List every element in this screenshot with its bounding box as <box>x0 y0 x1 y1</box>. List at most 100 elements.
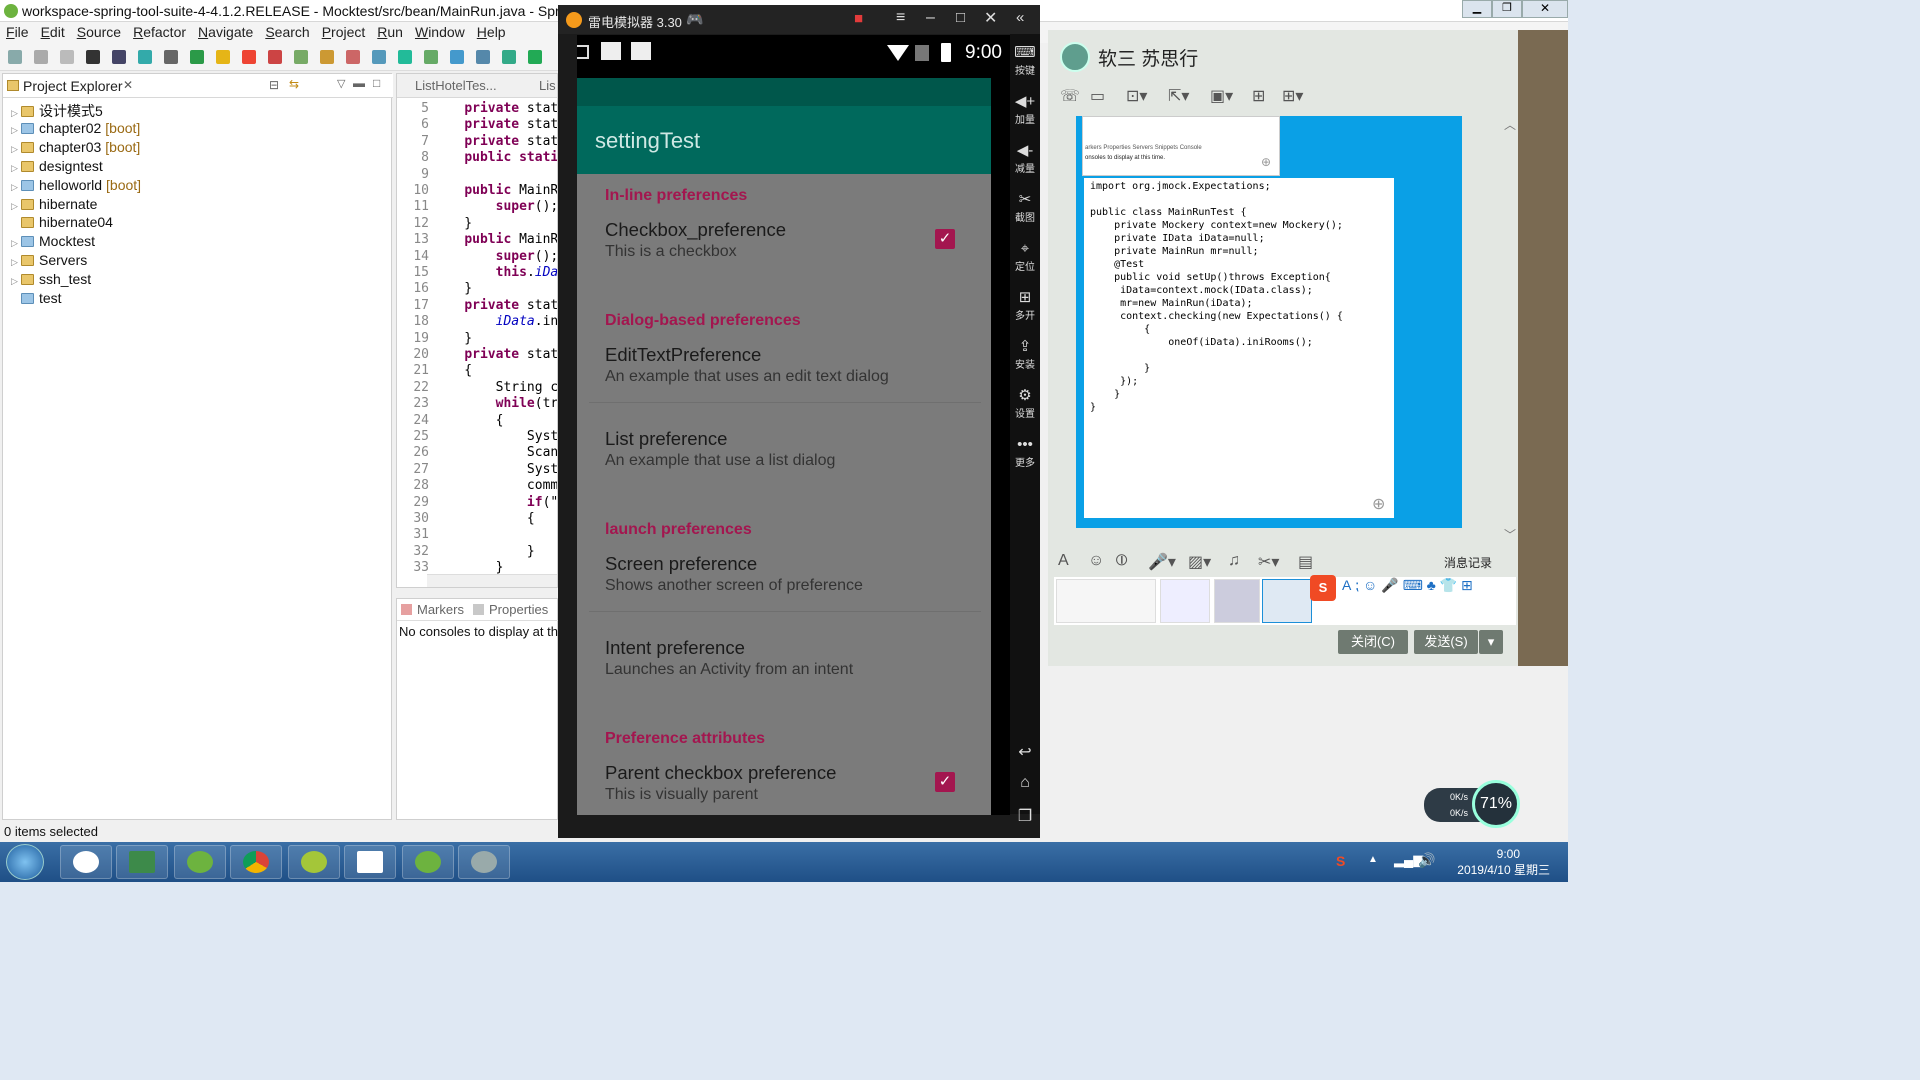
send-button[interactable]: 发送(S) <box>1414 630 1478 654</box>
music-icon[interactable]: ♫ <box>1228 552 1240 570</box>
collapse-sidebar-icon[interactable]: « <box>1016 9 1024 26</box>
preference-title[interactable]: Intent preference <box>605 637 745 659</box>
toolbar-button-icon[interactable] <box>398 50 412 64</box>
tree-item[interactable]: ▷ chapter03 [boot] <box>11 139 140 158</box>
expand-arrow-icon[interactable]: ▷ <box>11 163 21 174</box>
tree-item[interactable]: ▷ hibernate <box>11 196 97 215</box>
start-button[interactable] <box>6 844 44 880</box>
link-editor-icon[interactable]: ⇆ <box>289 77 299 91</box>
expand-arrow-icon[interactable]: ▷ <box>11 238 21 249</box>
tab-list[interactable]: Lis <box>539 78 556 93</box>
apps-icon[interactable]: ⊞▾ <box>1282 86 1303 106</box>
expand-arrow-icon[interactable]: ▷ <box>11 125 21 136</box>
ime-toolbar[interactable]: A ⁏ ☺ 🎤 ⌨ ♣ 👕 ⊞ <box>1342 577 1473 594</box>
toolbar-button-icon[interactable] <box>346 50 360 64</box>
sidebar-button-8[interactable]: ••• 更多 <box>1010 436 1040 469</box>
close-window-button[interactable]: ✕ <box>1522 0 1568 18</box>
toolbar-button-icon[interactable] <box>320 50 334 64</box>
sidebar-button-3[interactable]: ✂ 截图 <box>1010 191 1040 224</box>
taskbar-android-studio[interactable] <box>288 845 340 879</box>
menu-source[interactable]: Source <box>71 22 127 42</box>
tab-listhoteltest[interactable]: ListHotelTes... <box>415 78 497 93</box>
volume-tray-icon[interactable]: 🔊 <box>1418 852 1435 869</box>
image-thumbnail[interactable] <box>1262 579 1312 623</box>
remote-desktop-icon[interactable]: ⊡▾ <box>1126 86 1147 106</box>
message-history-link[interactable]: 消息记录 <box>1444 554 1492 571</box>
preference-title[interactable]: Screen preference <box>605 553 757 575</box>
screenshot-console[interactable]: arkers Properties Servers Snippets Conso… <box>1082 116 1280 176</box>
close-icon[interactable]: ✕ <box>984 8 997 28</box>
menu-run[interactable]: Run <box>371 22 409 42</box>
tab-properties[interactable]: Properties <box>489 602 548 617</box>
menu-edit[interactable]: Edit <box>35 22 71 42</box>
taskbar-explorer[interactable] <box>116 845 168 879</box>
font-icon[interactable]: A <box>1058 552 1069 570</box>
menu-help[interactable]: Help <box>471 22 512 42</box>
checkbox[interactable]: ✓ <box>935 229 955 249</box>
toolbar-button-icon[interactable] <box>268 50 282 64</box>
gamepad-icon[interactable]: 🎮 <box>686 11 703 28</box>
image-thumbnail[interactable] <box>1160 579 1210 623</box>
file-transfer-icon[interactable]: ⇱▾ <box>1168 86 1189 106</box>
close-button[interactable]: 关闭(C) <box>1338 630 1408 654</box>
tree-item[interactable]: ▷ ssh_test <box>11 271 91 290</box>
menu-search[interactable]: Search <box>259 22 315 42</box>
expand-arrow-icon[interactable]: ▷ <box>11 201 21 212</box>
toolbar-button-icon[interactable] <box>112 50 126 64</box>
image-thumbnail[interactable] <box>1214 579 1260 623</box>
toolbar-button-icon[interactable] <box>502 50 516 64</box>
project-explorer-tab[interactable]: Project Explorer ✕ ⊟ ⇆ ▽ ▬ □ <box>3 74 393 98</box>
voice-icon[interactable]: 🎤▾ <box>1148 552 1176 572</box>
menu-window[interactable]: Window <box>409 22 471 42</box>
toolbar-button-icon[interactable] <box>34 50 48 64</box>
toolbar-button-icon[interactable] <box>138 50 152 64</box>
sidebar-button-5[interactable]: ⊞ 多开 <box>1010 289 1040 322</box>
recents-icon[interactable]: ❐ <box>1010 806 1040 826</box>
tree-item[interactable]: hibernate04 <box>11 214 113 233</box>
view-menu-icon[interactable]: ▽ <box>337 77 345 90</box>
toolbar-button-icon[interactable] <box>60 50 74 64</box>
toolbar-button-icon[interactable] <box>86 50 100 64</box>
tray-clock[interactable]: 9:00 2019/4/10 星期三 <box>1457 846 1550 878</box>
zoom-icon[interactable]: ⊕ <box>1261 155 1271 169</box>
toolbar-button-icon[interactable] <box>372 50 386 64</box>
image-thumbnail[interactable] <box>1056 579 1156 623</box>
minimize-icon[interactable]: – <box>926 9 935 27</box>
collapse-all-icon[interactable]: ⊟ <box>269 78 279 92</box>
code-editor[interactable]: ListHotelTes... Lis 5 private stati6 pri… <box>396 73 558 588</box>
toolbar-button-icon[interactable] <box>424 50 438 64</box>
network-speed-widget[interactable]: 0K/s 0K/s 71% <box>1424 780 1520 828</box>
toolbar-button-icon[interactable] <box>528 50 542 64</box>
preference-title[interactable]: List preference <box>605 428 727 450</box>
tab-markers[interactable]: Markers <box>417 602 464 617</box>
home-icon[interactable]: ⌂ <box>1010 774 1040 792</box>
menu-file[interactable]: File <box>0 22 35 42</box>
restore-window-button[interactable]: ❐ <box>1492 0 1522 18</box>
expand-arrow-icon[interactable]: ▷ <box>11 144 21 155</box>
phone-icon[interactable]: ☏ <box>1060 86 1080 106</box>
toolbar-button-icon[interactable] <box>164 50 178 64</box>
menu-navigate[interactable]: Navigate <box>192 22 259 42</box>
emoji-icon[interactable]: ☺ <box>1088 552 1104 570</box>
expand-arrow-icon[interactable]: ▷ <box>11 257 21 268</box>
close-icon[interactable]: ✕ <box>123 78 133 92</box>
sidebar-button-2[interactable]: ◀- 减量 <box>1010 142 1040 175</box>
horizontal-scrollbar[interactable] <box>427 574 557 587</box>
sidebar-button-4[interactable]: ⌖ 定位 <box>1010 240 1040 273</box>
preference-title[interactable]: Parent checkbox preference <box>605 762 836 784</box>
expand-arrow-icon[interactable]: ▷ <box>11 276 21 287</box>
tree-item[interactable]: test <box>11 290 62 309</box>
screenshot-code[interactable]: import org.jmock.Expectations; public cla… <box>1084 178 1394 518</box>
screenshot-icon[interactable]: ✂▾ <box>1258 552 1279 572</box>
menu-refactor[interactable]: Refactor <box>127 22 192 42</box>
taskbar-spring-tool-2[interactable] <box>402 845 454 879</box>
tree-item[interactable]: ▷ helloworld [boot] <box>11 177 141 196</box>
input-area[interactable]: S A ⁏ ☺ 🎤 ⌨ ♣ 👕 ⊞ <box>1054 575 1516 625</box>
avatar[interactable] <box>1060 42 1090 72</box>
back-icon[interactable]: ↩ <box>1010 742 1040 762</box>
image-icon[interactable]: ▨▾ <box>1188 552 1211 572</box>
tree-item[interactable]: ▷ chapter02 [boot] <box>11 120 140 139</box>
whiteboard-icon[interactable]: ⊞ <box>1252 86 1265 106</box>
send-options-button[interactable]: ▾ <box>1479 630 1503 654</box>
maximize-icon[interactable]: □ <box>956 9 965 26</box>
